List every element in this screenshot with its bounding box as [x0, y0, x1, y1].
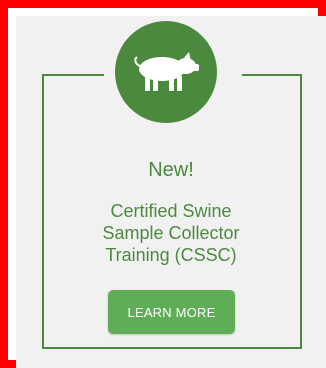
- promo-card: New! Certified Swine Sample Collector Tr…: [16, 16, 326, 368]
- frame-line-top-right: [242, 74, 302, 76]
- description-line: Certified Swine: [110, 201, 232, 221]
- pig-icon: [134, 52, 199, 91]
- description-line: Training (CSSC): [105, 245, 237, 265]
- card-description: Certified Swine Sample Collector Trainin…: [46, 200, 296, 266]
- learn-more-button[interactable]: LEARN MORE: [108, 290, 235, 334]
- description-line: Sample Collector: [102, 223, 240, 243]
- pig-badge: [115, 21, 217, 123]
- card-title: New!: [148, 159, 194, 181]
- frame-line-left: [42, 74, 44, 349]
- frame-line-top-left: [42, 74, 104, 76]
- frame-line-bottom: [42, 347, 302, 349]
- frame-line-right: [300, 74, 302, 349]
- highlight-border: New! Certified Swine Sample Collector Tr…: [0, 0, 326, 368]
